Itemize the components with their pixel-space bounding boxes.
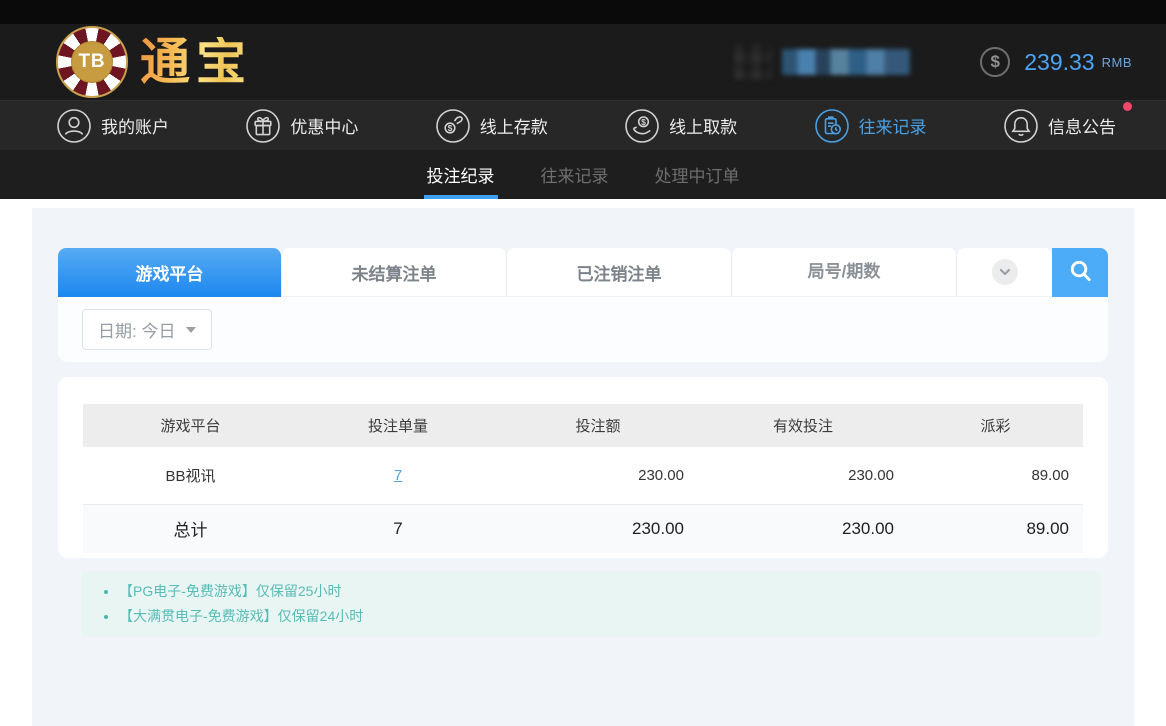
nav-item-promotions[interactable]: 优惠中心: [245, 108, 358, 144]
tab-game-platform[interactable]: 游戏平台: [58, 248, 281, 297]
balance-currency: RMB: [1101, 54, 1132, 70]
cell-payout: 89.00: [908, 447, 1083, 505]
records-clipboard-icon: [814, 108, 850, 144]
user-icon: [56, 108, 92, 144]
notice-text: 【大满贯电子-免费游戏】仅保留24小时: [119, 608, 364, 624]
nav-item-withdraw[interactable]: $ 线上取款: [624, 108, 737, 144]
subnav-item-bet-records[interactable]: 投注纪录: [423, 150, 498, 199]
table-row: BB视讯 7 230.00 230.00 89.00: [83, 447, 1083, 505]
brand-name: 通宝: [140, 32, 252, 91]
header-valid-bet: 有效投注: [698, 404, 908, 447]
total-label: 总计: [83, 504, 298, 553]
sub-nav: 投注纪录 往来记录 处理中订单: [0, 150, 1166, 199]
notice-item: 【PG电子-免费游戏】仅保留25小时: [119, 579, 1081, 604]
nav-item-my-account[interactable]: 我的账户: [56, 108, 169, 144]
deposit-hand-coin-icon: $: [435, 108, 471, 144]
header-platform: 游戏平台: [83, 404, 298, 447]
brand-chip-logo: TB: [56, 26, 128, 98]
date-filter-dropdown[interactable]: 日期: 今日: [82, 309, 213, 350]
notice-item: 【大满贯电子-免费游戏】仅保留24小时: [119, 604, 1081, 629]
caret-down-icon: [186, 326, 197, 333]
search-button[interactable]: [1052, 248, 1108, 297]
nav-label: 信息公告: [1047, 118, 1116, 137]
subnav-item-transaction-records[interactable]: 往来记录: [541, 150, 609, 199]
nav-item-announcements[interactable]: 信息公告: [1003, 101, 1132, 144]
bell-icon: [1003, 108, 1039, 144]
notification-dot: [1122, 101, 1132, 111]
dollar-circle-icon: $: [980, 47, 1011, 77]
subnav-item-pending-orders[interactable]: 处理中订单: [655, 150, 740, 199]
content-container: 游戏平台 未结算注单 已注销注单 日期: 今日: [32, 208, 1134, 726]
cell-platform: BB视讯: [83, 447, 298, 505]
balance-amount: 239.33: [1024, 48, 1095, 75]
top-strip: [0, 0, 1166, 24]
notice-text: 【PG电子-免费游戏】仅保留25小时: [119, 583, 342, 599]
round-number-input[interactable]: [731, 248, 956, 297]
withdraw-hand-coin-icon: $: [624, 108, 660, 144]
cell-valid-bet: 230.00: [698, 447, 908, 505]
nav-item-records[interactable]: 往来记录: [814, 108, 927, 144]
main-nav: 我的账户 优惠中心 $ 线上存款 $ 线上取款 往来记录 信息公告: [0, 100, 1166, 150]
results-card: 游戏平台 投注单量 投注额 有效投注 派彩 BB视讯 7 230.00 230.…: [58, 377, 1108, 558]
gift-icon: [245, 108, 281, 144]
bet-summary-table: 游戏平台 投注单量 投注额 有效投注 派彩 BB视讯 7 230.00 230.…: [83, 404, 1083, 553]
svg-text:$: $: [447, 123, 452, 133]
table-total-row: 总计 7 230.00 230.00 89.00: [83, 504, 1083, 553]
notice-list: 【PG电子-免费游戏】仅保留25小时 【大满贯电子-免费游戏】仅保留24小时: [81, 571, 1101, 637]
total-bet-count: 7: [298, 504, 498, 553]
header: TB 通宝 $ 239.33 RMB: [0, 24, 1166, 100]
balance[interactable]: $ 239.33 RMB: [980, 47, 1132, 77]
nav-label: 优惠中心: [290, 118, 359, 137]
filter-band: 日期: 今日: [58, 297, 1108, 362]
username-blur: [782, 49, 911, 75]
svg-text:$: $: [641, 116, 646, 126]
cell-bet-count: 7: [298, 447, 498, 505]
tab-cancelled-bets[interactable]: 已注销注单: [506, 248, 731, 297]
total-valid-bet: 230.00: [698, 504, 908, 553]
avatar: [734, 44, 773, 80]
header-bet-amount: 投注额: [498, 404, 698, 447]
nav-label: 线上存款: [479, 118, 548, 137]
header-bet-count: 投注单量: [298, 404, 498, 447]
chevron-down-icon: [991, 259, 1018, 285]
expand-toggle[interactable]: [956, 248, 1052, 297]
nav-label: 我的账户: [101, 118, 169, 137]
nav-item-deposit[interactable]: $ 线上存款: [435, 108, 548, 144]
date-filter-label: 日期: 今日: [98, 322, 176, 341]
magnifier-icon: [1067, 258, 1094, 288]
cell-bet-amount: 230.00: [498, 447, 698, 505]
table-header-row: 游戏平台 投注单量 投注额 有效投注 派彩: [83, 404, 1083, 447]
nav-label: 线上取款: [669, 118, 738, 137]
header-payout: 派彩: [908, 404, 1083, 447]
tab-unsettled-bets[interactable]: 未结算注单: [281, 248, 506, 297]
total-payout: 89.00: [908, 504, 1083, 553]
brand-chip-badge: TB: [71, 41, 113, 83]
username-redacted[interactable]: [734, 44, 911, 80]
tab-row: 游戏平台 未结算注单 已注销注单: [58, 248, 1108, 297]
nav-label: 往来记录: [858, 118, 927, 137]
spacer: [0, 199, 1166, 208]
total-bet-amount: 230.00: [498, 504, 698, 553]
bet-count-link[interactable]: 7: [394, 467, 402, 484]
